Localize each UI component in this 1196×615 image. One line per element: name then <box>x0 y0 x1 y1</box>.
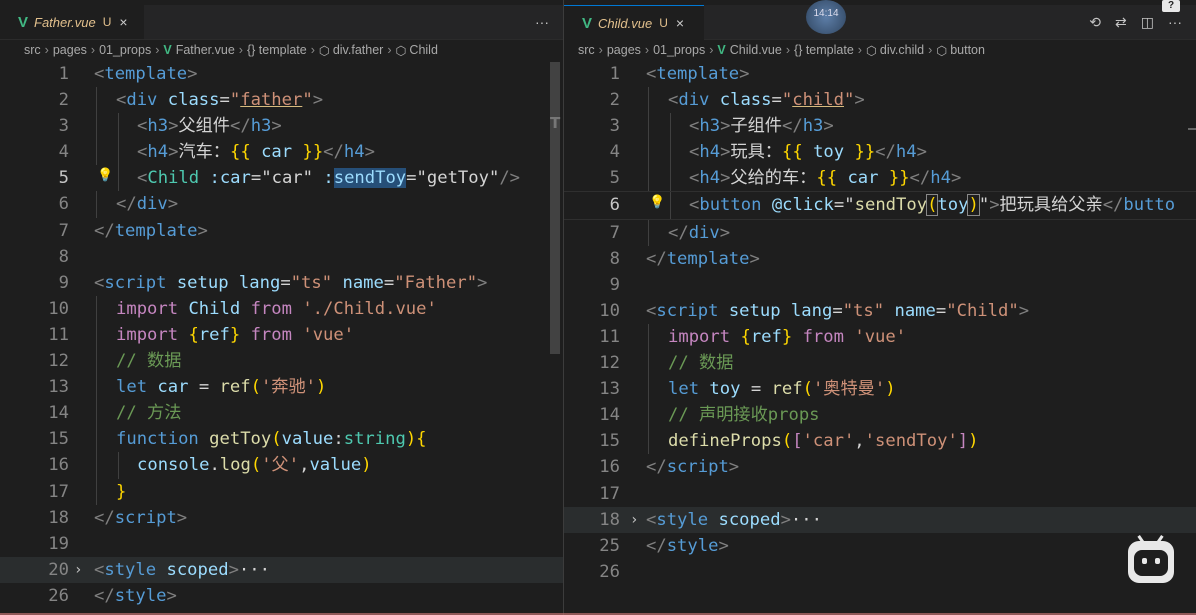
code-line: 1 <template> <box>58 64 198 84</box>
breadcrumb-item[interactable]: {} template <box>794 43 854 57</box>
breadcrumb-item[interactable]: {} template <box>247 43 307 57</box>
code-line: 13 let toy = ref('奥特曼') <box>564 376 1196 403</box>
breadcrumb-item[interactable]: div.father <box>333 43 384 57</box>
tab-label: Child.vue <box>598 15 653 31</box>
code-line: 25 </style> <box>599 535 729 556</box>
code-line: 8 </template> <box>609 248 760 269</box>
code-line: 14// 方法 <box>0 400 563 427</box>
video-thumbnail[interactable]: 14:14 <box>806 0 846 34</box>
code-line-folded: 20 › <style scoped>··· <box>0 556 563 583</box>
breadcrumb: src › pages › 01_props › V Child.vue › {} tem… <box>578 43 985 58</box>
code-line: 11 import {ref} from 'vue' <box>564 323 1196 351</box>
chevron-right-icon[interactable]: › <box>630 507 638 533</box>
code-line: 9 <script setup lang="ts" name="Father"> <box>58 272 488 293</box>
right-editor-pane: V Child.vue U × ⟲ ⇄ ◫ ··· src › pages › 01… <box>564 0 1196 615</box>
compare-changes-icon[interactable]: ⇄ <box>1115 14 1127 31</box>
more-actions-icon[interactable]: ··· <box>1168 14 1182 30</box>
vue-file-icon: V <box>18 13 29 31</box>
lightbulb-icon[interactable]: 💡 <box>649 190 665 216</box>
code-line: 2 <div class="father"> <box>0 87 563 114</box>
lightbulb-icon[interactable]: 💡 <box>97 163 113 189</box>
breadcrumb-item[interactable]: pages <box>53 43 87 57</box>
code-line-folded: 18 › <style scoped>··· <box>564 506 1196 533</box>
breadcrumb-item[interactable]: src <box>24 43 41 57</box>
breadcrumb-item[interactable]: Child <box>409 43 438 57</box>
code-line: 3 <h3>父组件</h3> <box>0 113 563 140</box>
history-icon[interactable]: ⟲ <box>1089 14 1101 31</box>
code-line: 26 </style> <box>48 585 177 606</box>
cube-icon: ⬡ <box>936 43 948 58</box>
code-line: 2 <div class="child"> <box>564 87 1196 114</box>
code-line: 17} <box>0 478 563 505</box>
vue-file-icon: V <box>582 14 593 32</box>
code-editor-right[interactable]: 1 <template> 2 <div class="child"> 3 <h3>子组… <box>564 61 1196 585</box>
code-line: 16 console.log('父',value) <box>0 452 563 479</box>
tab-label: Father.vue <box>34 14 96 30</box>
code-line: 16 </script> <box>599 457 740 478</box>
code-line: 14// 声明接收props <box>564 402 1196 429</box>
tab-child-vue[interactable]: V Child.vue U × <box>564 5 704 40</box>
code-line: 11 import {ref} from 'vue' <box>0 321 563 349</box>
minimap-marker: T <box>550 114 561 132</box>
code-line: 17 <box>599 483 620 504</box>
cube-icon: ⬡ <box>318 43 330 58</box>
code-line: 12// 数据 <box>564 350 1196 377</box>
bilibili-tv-logo-icon <box>1128 535 1174 583</box>
code-line: 8 <box>58 246 69 267</box>
code-line: 4 <h4>汽车：{{ car }}</h4> <box>0 139 563 166</box>
help-icon[interactable]: ? <box>1162 0 1180 12</box>
code-line: 4 <h4>玩具：{{ toy }}</h4> <box>564 139 1196 166</box>
code-editor-left[interactable]: 1 <template> 2 <div class="father"> 3 <h3>父… <box>0 61 563 609</box>
code-line: 6 </div> <box>0 191 563 218</box>
more-actions-icon[interactable]: ··· <box>535 14 549 30</box>
vue-file-icon: V <box>717 43 726 57</box>
code-line: 19 <box>48 533 69 554</box>
breadcrumb-item[interactable]: src <box>578 43 595 57</box>
left-tab-bar: V Father.vue U × ··· <box>0 5 563 40</box>
code-line-current: 5 💡 <Child :car="car" :sendToy="getToy"/> <box>0 163 563 192</box>
code-line: 1 <template> <box>609 64 750 84</box>
vue-file-icon: V <box>163 43 172 57</box>
breadcrumb-item[interactable]: Child.vue <box>730 43 782 57</box>
code-line: 3 <h3>子组件</h3> <box>564 113 1196 140</box>
breadcrumb-item[interactable]: pages <box>607 43 641 57</box>
code-line: 26 <box>599 561 620 582</box>
breadcrumb: src › pages › 01_props › V Father.vue › {} te… <box>24 43 438 58</box>
chevron-right-icon[interactable]: › <box>74 557 82 583</box>
left-tab-actions: ··· <box>535 5 549 39</box>
untracked-badge: U <box>102 15 112 29</box>
close-icon[interactable]: × <box>676 15 684 31</box>
code-line: 9 <box>609 274 620 295</box>
close-icon[interactable]: × <box>119 14 127 30</box>
cube-icon: ⬡ <box>865 43 877 58</box>
code-line: 15 function getToy(value:string){ <box>0 426 563 453</box>
code-line-current: 6 💡 <button @click="sendToy(toy)">把玩具给父亲</… <box>564 190 1196 220</box>
code-line: 12// 数据 <box>0 348 563 375</box>
code-line: 18 </script> <box>48 507 188 528</box>
code-line: 7 </div> <box>564 219 1196 246</box>
code-line: 13 let car = ref('奔驰') <box>0 374 563 401</box>
breadcrumb-item[interactable]: div.child <box>880 43 924 57</box>
left-editor-pane: V Father.vue U × ··· src › pages › 01_prop… <box>0 0 563 615</box>
breadcrumb-item[interactable]: 01_props <box>653 43 705 57</box>
code-line: 7 </template> <box>58 220 208 241</box>
code-line: 15 defineProps(['car','sendToy']) <box>564 428 1196 455</box>
breadcrumb-item[interactable]: button <box>950 43 985 57</box>
scrollbar-marker <box>1188 128 1196 130</box>
code-line: 10 import Child from './Child.vue' <box>0 295 563 322</box>
cube-icon: ⬡ <box>395 43 407 58</box>
right-tab-bar: V Child.vue U × ⟲ ⇄ ◫ ··· <box>564 5 1196 40</box>
scrollbar-thumb[interactable] <box>550 62 560 354</box>
code-line: 10 <script setup lang="ts" name="Child"> <box>599 300 1030 321</box>
untracked-badge: U <box>659 16 668 30</box>
breadcrumb-item[interactable]: Father.vue <box>176 43 235 57</box>
tab-father-vue[interactable]: V Father.vue U × <box>0 5 144 39</box>
split-editor-icon[interactable]: ◫ <box>1141 14 1154 31</box>
code-line: 5 <h4>父给的车：{{ car }}</h4> <box>564 165 1196 192</box>
breadcrumb-item[interactable]: 01_props <box>99 43 151 57</box>
